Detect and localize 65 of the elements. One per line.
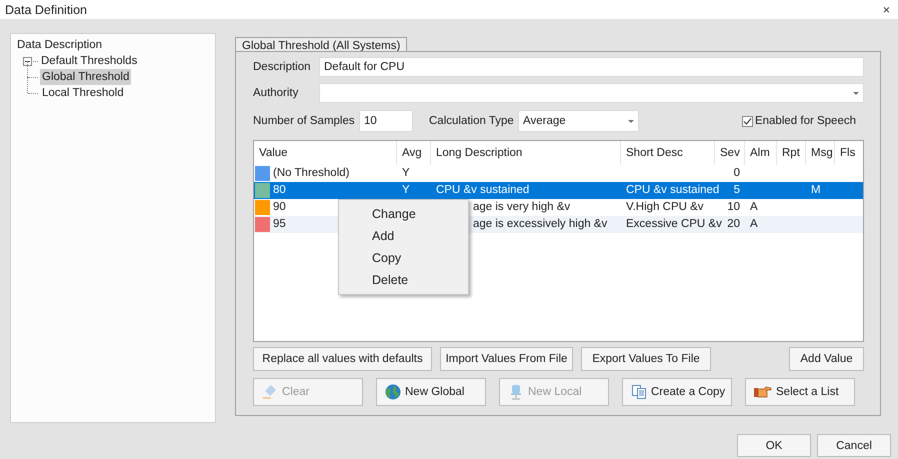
table-cell: A [750,218,758,230]
table-cell: Excessive CPU &v [626,218,722,230]
samples-field[interactable]: 10 [359,110,413,132]
window-title: Data Definition [5,2,87,16]
caret-icon [853,92,859,94]
documents-icon [631,384,647,400]
table-cell: 0 [734,167,740,179]
calculation-dropdown[interactable]: Average [518,110,639,132]
column-header[interactable]: Value [254,141,397,165]
tree-item[interactable]: Default Thresholds [39,53,140,69]
column-header[interactable]: Short Desc [621,141,715,165]
action-button[interactable]: Add Value [789,347,864,371]
column-header[interactable]: Long Description [431,141,621,165]
table-cell: age is excessively high &v [473,218,608,230]
table-cell: CPU &v sustained [626,184,720,196]
column-header[interactable]: Sev [715,141,745,165]
action-button[interactable]: Replace all values with defaults [253,347,432,371]
caret-icon [628,120,634,122]
description-field[interactable]: Default for CPU [319,57,864,77]
tree-item[interactable]: Global Threshold [40,69,132,85]
menu-item[interactable]: Delete [339,269,468,291]
menu-item[interactable]: Copy [339,247,468,269]
field-label: Calculation Type [429,115,515,127]
column-header[interactable]: Avg [397,141,431,165]
checkbox[interactable] [742,116,753,126]
table-cell[interactable]: 95 [273,216,286,233]
tree-item[interactable]: Local Threshold [40,85,126,101]
column-header[interactable]: Rpt [777,141,806,165]
action-button[interactable]: New Global [376,378,486,406]
field-label: Number of Samples [253,115,356,127]
pointing-hand-icon [754,385,772,399]
close-icon[interactable]: × [882,2,890,18]
checkbox-label: Enabled for Speech [754,115,856,127]
table-cell: 20 [727,218,740,230]
table-cell[interactable]: 80 [273,182,286,199]
action-button[interactable]: Import Values From File [440,347,573,371]
table-cell: 5 [734,184,740,196]
menu-item[interactable]: Change [339,203,468,225]
field-label: Authority [253,87,300,99]
column-header[interactable]: Fls [835,141,865,165]
table-cell: M [811,184,821,196]
table-cell: A [750,201,758,213]
table-cell: Y [402,184,410,196]
eraser-icon [262,384,278,400]
collapse-icon[interactable] [23,56,32,66]
menu-item[interactable]: Add [339,225,468,247]
column-header[interactable]: Msg [806,141,835,165]
table-cell: CPU &v sustained [436,184,530,196]
column-header[interactable]: Alm [745,141,777,165]
dialog-button[interactable]: Cancel [817,434,891,457]
table-cell[interactable]: 90 [273,199,286,216]
table-cell: V.High CPU &v [626,201,704,213]
table-cell: age is very high &v [473,201,570,213]
dialog-button[interactable]: OK [737,434,811,457]
chair-icon [508,384,524,400]
table-cell: Y [402,167,410,179]
action-button[interactable]: Create a Copy [622,378,732,406]
tree-item[interactable]: Data Description [15,37,211,53]
table-cell: 10 [727,201,740,213]
field-label: Description [253,61,312,73]
action-button[interactable]: Export Values To File [581,347,711,371]
table-cell[interactable]: (No Threshold) [273,165,350,182]
tab[interactable]: Global Threshold (All Systems) [235,37,408,51]
globe-icon [385,384,401,400]
action-button[interactable]: Select a List [745,378,855,406]
